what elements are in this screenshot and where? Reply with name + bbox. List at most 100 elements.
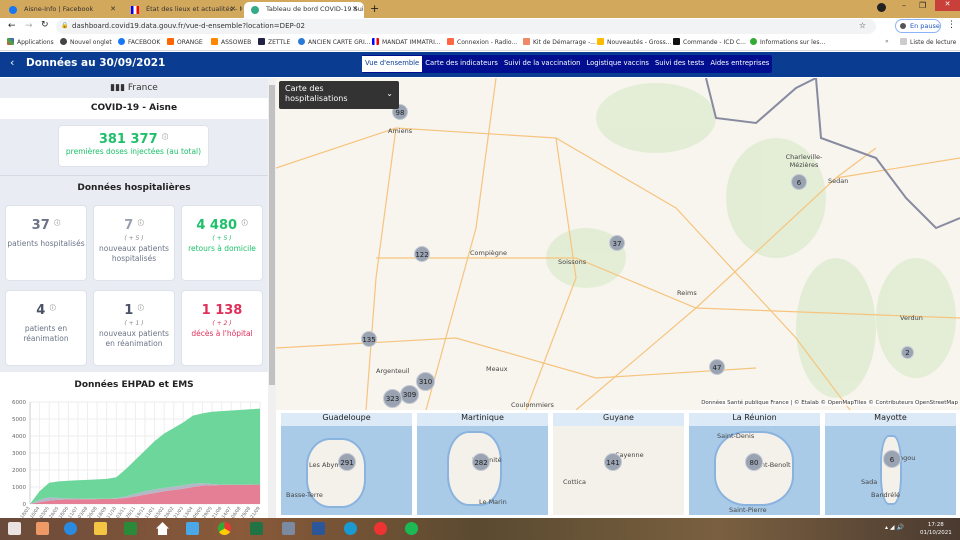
tab-logistique-vaccins[interactable]: Logistique vaccins (583, 55, 652, 73)
map-cluster[interactable]: 2 (901, 346, 914, 359)
stat-value: 7 (124, 218, 134, 233)
explorer-icon[interactable] (94, 522, 107, 535)
forward-button[interactable]: → (25, 21, 33, 31)
map-cluster[interactable]: 37 (609, 235, 625, 251)
overseas-map-4[interactable]: Koungou Sada Bandrélé Mayotte 6 (825, 413, 956, 515)
bookmark[interactable]: MANDAT IMMATRI... (372, 38, 441, 46)
app-icon[interactable] (186, 522, 199, 535)
map-cluster[interactable]: 291 (338, 453, 356, 471)
info-icon[interactable]: ⓘ (162, 134, 168, 141)
info-icon[interactable]: ⓘ (138, 305, 144, 312)
bookmark[interactable]: Informations sur les... (750, 38, 825, 46)
y-tick-label: 6000 (12, 400, 26, 406)
scrollbar-thumb[interactable] (269, 85, 275, 385)
tray-icons[interactable]: ▴ ◢ 🔊 (885, 524, 904, 531)
map-cluster[interactable]: 6 (883, 450, 901, 468)
star-icon[interactable]: ☆ (859, 21, 866, 30)
new-tab-button[interactable]: + (370, 2, 379, 15)
hospitalisation-map[interactable]: Amiens Compiègne Soissons Reims Charlevi… (276, 78, 960, 410)
bookmark[interactable]: Commande - ICD C... (673, 38, 746, 46)
bookmark[interactable]: ANCIEN CARTE GRI... (298, 38, 370, 46)
next-date-button[interactable]: › (138, 56, 142, 69)
country-label: France (127, 83, 158, 93)
ie-icon[interactable] (64, 522, 77, 535)
map-cluster[interactable]: 309 (400, 385, 419, 404)
word-icon[interactable] (312, 522, 325, 535)
bar-chart-icon: ▮▮▮ (110, 83, 128, 93)
map-cluster[interactable]: 323 (383, 389, 402, 408)
bookmark[interactable]: Kit de Démarrage -... (523, 38, 596, 46)
tab-carte-indicateurs[interactable]: Carte des indicateurs (422, 55, 501, 73)
close-icon[interactable]: ✕ (230, 5, 236, 13)
bookmark[interactable]: FACEBOOK (118, 38, 160, 46)
map-cluster[interactable]: 282 (472, 453, 490, 471)
app-icon[interactable] (374, 522, 387, 535)
reading-list[interactable]: Liste de lecture (900, 38, 956, 46)
map-cluster[interactable]: 310 (416, 372, 435, 391)
map-cluster[interactable]: 80 (745, 453, 763, 471)
tab-vue-ensemble[interactable]: Vue d'ensemble (362, 56, 423, 72)
back-button[interactable]: ← (8, 21, 16, 31)
city-label: Saint-Pierre (729, 506, 767, 514)
info-icon[interactable]: ⓘ (242, 220, 248, 227)
bookmark[interactable]: ZETTLE (258, 38, 290, 46)
restore-button[interactable]: ❐ (919, 1, 926, 10)
map-cluster[interactable]: 135 (361, 331, 377, 347)
city-label: Bandrélé (871, 491, 901, 499)
close-window-button[interactable]: ✕ (935, 0, 960, 11)
hospital-stat-card: 37 ⓘ patients hospitalisés (5, 205, 87, 281)
hospital-stat-card: 7 ⓘ ( + 5 ) nouveaux patients hospitalisés (93, 205, 175, 281)
hospital-stat-card: 4 ⓘ patients en réanimation (5, 290, 87, 366)
menu-icon[interactable]: ⋮ (947, 20, 956, 30)
bookmark[interactable]: Applications (7, 38, 54, 46)
app-icon[interactable] (124, 522, 137, 535)
media-icon[interactable] (877, 3, 886, 12)
bookmark[interactable]: Nouveautés - Gross... (597, 38, 671, 46)
browser-tab-active[interactable]: Tableau de bord COVID-19 Suivi ✕ (244, 2, 364, 18)
excel-icon[interactable] (250, 522, 263, 535)
stat-value: 1 138 (201, 303, 243, 318)
bookmark[interactable]: Connexion - Radio... (447, 38, 517, 46)
windows-start-icon[interactable] (8, 522, 21, 535)
stat-label: patients en réanimation (23, 324, 69, 343)
home-icon[interactable] (156, 522, 169, 535)
overseas-map-1[interactable]: La TrinitéLe MarinMartinique282 (417, 413, 548, 515)
close-icon[interactable]: ✕ (352, 5, 358, 13)
tab-aides-entreprises[interactable]: Aides entreprises (707, 55, 772, 73)
app-icon[interactable] (36, 522, 49, 535)
reload-button[interactable]: ↻ (41, 20, 49, 30)
browser-tab[interactable]: Aisne-Info | Facebook ✕ (2, 2, 122, 18)
minimize-button[interactable]: – (902, 1, 906, 10)
overseas-map-2[interactable]: Cayenne Cottica Guyane 141 (553, 413, 684, 515)
prev-date-button[interactable]: ‹ (10, 56, 14, 69)
map-cluster[interactable]: 122 (414, 246, 430, 262)
overseas-title: Guyane (553, 413, 684, 426)
tab-suivi-tests[interactable]: Suivi des tests (652, 55, 707, 73)
map-cluster[interactable]: 47 (709, 359, 725, 375)
overseas-map-3[interactable]: Saint-Denis Saint-Benoît Saint-Pierre La Ré… (689, 413, 820, 515)
map-cluster[interactable]: 141 (604, 453, 622, 471)
bookmark[interactable]: Nouvel onglet (60, 38, 112, 46)
edge-icon[interactable] (344, 522, 357, 535)
chrome-icon[interactable] (218, 522, 231, 535)
more-bookmarks[interactable]: » (885, 38, 889, 45)
bookmark[interactable]: ASSOWEB (211, 38, 251, 46)
map-layer-select[interactable]: Carte des hospitalisations ⌄ (279, 81, 399, 109)
map-attribution: Données Santé publique France | © Etalab… (701, 400, 958, 406)
bookmark[interactable]: ORANGE (167, 38, 203, 46)
tab-suivi-vaccination[interactable]: Suivi de la vaccination (501, 55, 584, 73)
info-icon[interactable]: ⓘ (138, 220, 144, 227)
app-icon[interactable] (282, 522, 295, 535)
stats-panel: ▮▮▮ France COVID-19 - Aisne 381 377 ⓘ pr… (0, 78, 268, 518)
france-button[interactable]: ▮▮▮ France (0, 78, 268, 98)
spotify-icon[interactable] (405, 522, 418, 535)
info-icon[interactable]: ⓘ (50, 305, 56, 312)
browser-tab[interactable]: État des lieux et actualités - Mini✕ (124, 2, 242, 18)
close-icon[interactable]: ✕ (110, 5, 116, 13)
info-icon[interactable]: ⓘ (54, 220, 60, 227)
url-field[interactable]: 🔒 dashboard.covid19.data.gouv.fr/vue-d-en… (56, 19, 876, 34)
map-cluster[interactable]: 6 (791, 174, 807, 190)
overseas-map-0[interactable]: Les Abymes Basse-Terre Guadeloupe 291 (281, 413, 412, 515)
clock[interactable]: 17:28 01/10/2021 (920, 521, 952, 537)
profile-button[interactable]: En pause (895, 19, 941, 33)
